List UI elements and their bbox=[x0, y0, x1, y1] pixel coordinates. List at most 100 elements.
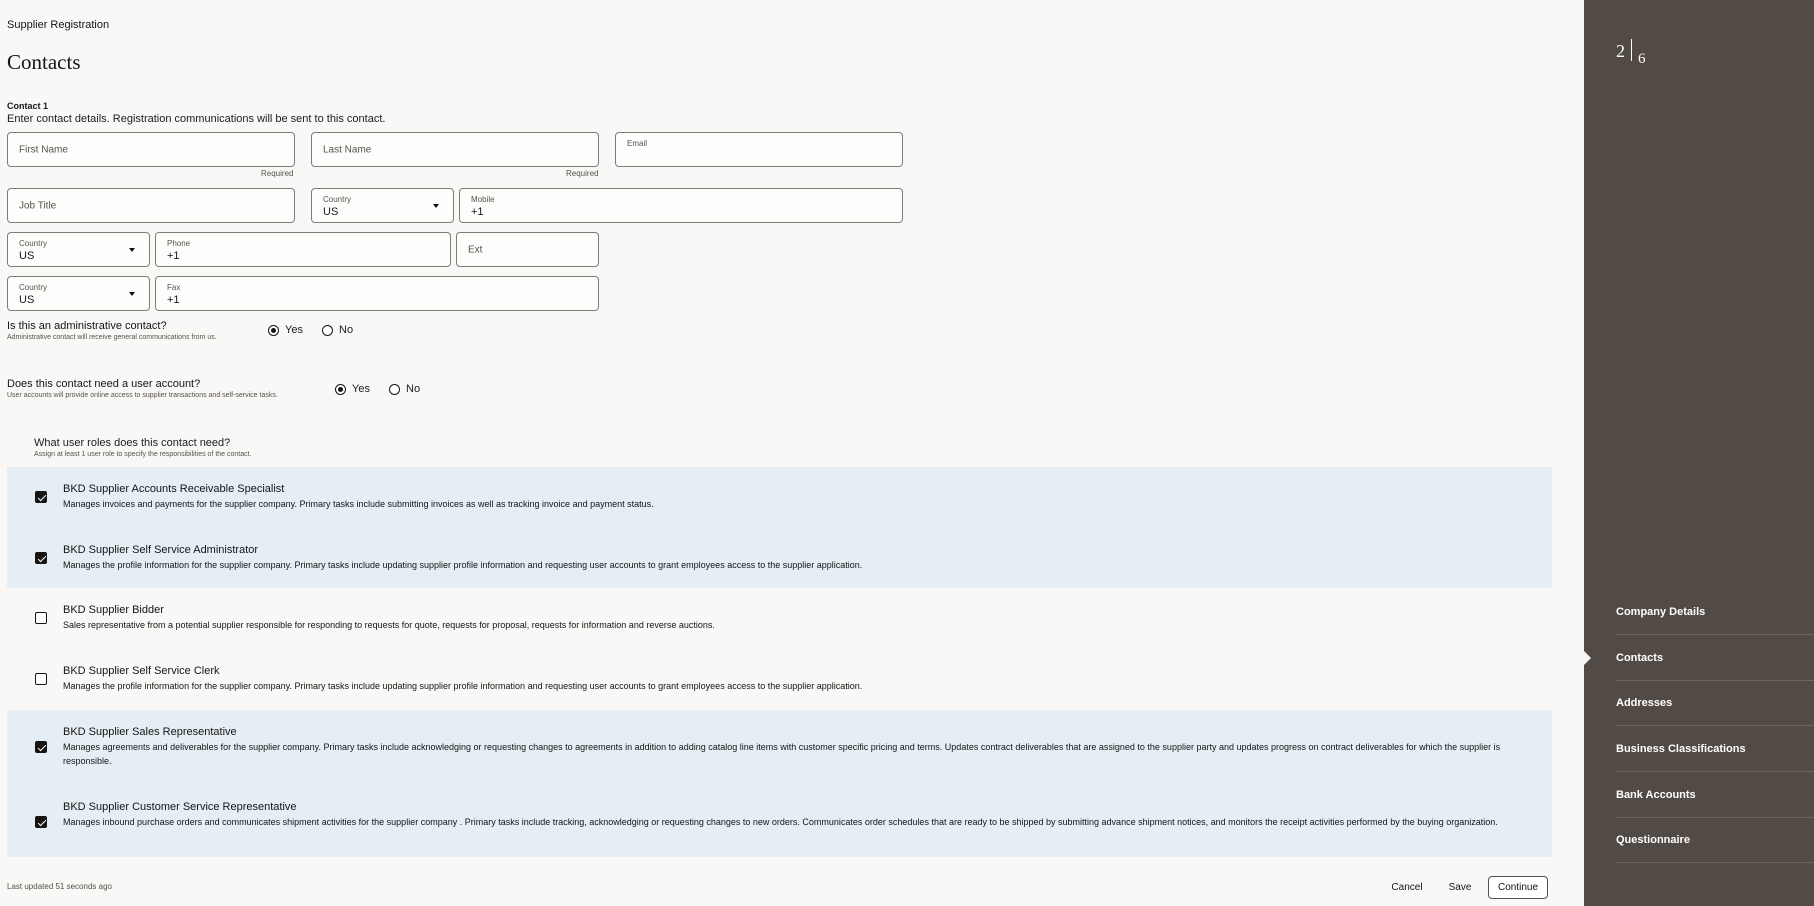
fax-field[interactable]: Fax +1 bbox=[155, 276, 599, 311]
nav-item-questionnaire[interactable]: Questionnaire bbox=[1616, 818, 1814, 863]
job-title-label: Job Title bbox=[19, 200, 57, 211]
role-description: Manages agreements and deliverables for … bbox=[63, 742, 1501, 766]
role-row[interactable]: BKD Supplier Accounts Receivable Special… bbox=[7, 467, 1552, 528]
main-content: Supplier Registration Contacts Contact 1… bbox=[0, 0, 1584, 906]
user-roles-subtext: Assign at least 1 user role to specify t… bbox=[34, 451, 252, 458]
account-yes-label: Yes bbox=[352, 383, 370, 395]
mobile-label: Mobile bbox=[471, 195, 495, 204]
mobile-country-value: US bbox=[323, 206, 339, 218]
contact-section-label: Contact 1 bbox=[7, 101, 49, 111]
phone-label: Phone bbox=[167, 239, 191, 248]
chevron-down-icon bbox=[129, 291, 135, 296]
role-name: BKD Supplier Self Service Administrator bbox=[63, 544, 259, 556]
fax-country-value: US bbox=[19, 294, 35, 306]
admin-no-radio[interactable]: No bbox=[322, 324, 353, 336]
nav-item-company-details[interactable]: Company Details bbox=[1616, 590, 1814, 635]
email-field[interactable]: Email bbox=[615, 132, 903, 167]
nav-item-bank-accounts[interactable]: Bank Accounts bbox=[1616, 773, 1814, 818]
page-title: Contacts bbox=[7, 50, 81, 74]
admin-contact-question: Is this an administrative contact? bbox=[7, 320, 167, 332]
phone-country-label: Country bbox=[19, 239, 48, 248]
save-button[interactable]: Save bbox=[1438, 876, 1482, 898]
nav-item-label: Company Details bbox=[1616, 606, 1706, 618]
account-yes-radio[interactable]: Yes bbox=[335, 383, 370, 395]
role-name: BKD Supplier Customer Service Representa… bbox=[63, 801, 297, 813]
first-name-required-hint: Required bbox=[261, 169, 294, 178]
role-name: BKD Supplier Bidder bbox=[63, 604, 164, 616]
role-description: Manages the profile information for the … bbox=[63, 560, 863, 570]
nav-item-label: Business Classifications bbox=[1616, 743, 1746, 755]
role-description: Manages the profile information for the … bbox=[63, 681, 863, 691]
account-no-label: No bbox=[406, 383, 421, 395]
admin-yes-label: Yes bbox=[285, 324, 303, 336]
mobile-country-select[interactable]: Country US bbox=[311, 188, 454, 223]
fax-country-select[interactable]: Country US bbox=[7, 276, 150, 311]
total-steps: 6 bbox=[1638, 51, 1646, 67]
email-label: Email bbox=[627, 139, 648, 148]
mobile-country-label: Country bbox=[323, 195, 352, 204]
step-divider bbox=[1631, 39, 1632, 61]
admin-contact-subtext: Administrative contact will receive gene… bbox=[7, 334, 217, 341]
phone-value: +1 bbox=[167, 250, 180, 262]
account-no-radio[interactable]: No bbox=[389, 383, 420, 395]
step-indicator: 2 6 bbox=[1616, 35, 1646, 67]
cancel-button[interactable]: Cancel bbox=[1384, 876, 1430, 898]
radio-unselected-icon bbox=[322, 324, 333, 336]
role-row[interactable]: BKD Supplier Bidder Sales representative… bbox=[7, 588, 1552, 649]
radio-selected-icon bbox=[268, 324, 279, 336]
nav-item-addresses[interactable]: Addresses bbox=[1616, 681, 1814, 726]
nav-item-contacts[interactable]: Contacts bbox=[1616, 636, 1814, 681]
checkbox-unchecked-icon[interactable] bbox=[35, 673, 47, 685]
nav-item-label: Addresses bbox=[1616, 697, 1673, 709]
role-row[interactable]: BKD Supplier Customer Service Representa… bbox=[7, 785, 1552, 857]
checkbox-checked-icon[interactable] bbox=[35, 491, 47, 503]
role-name: BKD Supplier Self Service Clerk bbox=[63, 665, 220, 677]
last-name-label: Last Name bbox=[323, 144, 372, 155]
checkbox-unchecked-icon[interactable] bbox=[35, 612, 47, 624]
nav-item-label: Questionnaire bbox=[1616, 834, 1690, 846]
fax-label: Fax bbox=[167, 283, 181, 292]
user-account-question: Does this contact need a user account? bbox=[7, 378, 201, 390]
fax-value: +1 bbox=[167, 294, 180, 306]
chevron-down-icon bbox=[129, 247, 135, 252]
user-account-subtext: User accounts will provide online access… bbox=[7, 392, 278, 399]
checkbox-checked-icon[interactable] bbox=[35, 741, 47, 753]
nav-item-label: Contacts bbox=[1616, 652, 1664, 664]
current-step: 2 bbox=[1616, 41, 1625, 61]
nav-item-label: Bank Accounts bbox=[1616, 789, 1696, 801]
job-title-field[interactable]: Job Title bbox=[7, 188, 295, 223]
app-title: Supplier Registration bbox=[7, 19, 110, 31]
nav-item-business-classifications[interactable]: Business Classifications bbox=[1616, 727, 1814, 772]
phone-field[interactable]: Phone +1 bbox=[155, 232, 451, 267]
role-name: BKD Supplier Sales Representative bbox=[63, 726, 237, 738]
ext-field[interactable]: Ext bbox=[456, 232, 599, 267]
chevron-down-icon bbox=[433, 203, 439, 208]
last-name-required-hint: Required bbox=[566, 169, 599, 178]
role-row[interactable]: BKD Supplier Self Service Administrator … bbox=[7, 528, 1552, 588]
phone-country-value: US bbox=[19, 250, 35, 262]
mobile-field[interactable]: Mobile +1 bbox=[459, 188, 903, 223]
progress-sidebar: 2 6 Company Details Contacts Addresses B… bbox=[1584, 0, 1814, 906]
user-roles-title: What user roles does this contact need? bbox=[34, 437, 231, 449]
role-row[interactable]: BKD Supplier Sales Representative Manage… bbox=[7, 710, 1552, 785]
admin-no-label: No bbox=[339, 324, 354, 336]
ext-label: Ext bbox=[468, 244, 483, 255]
continue-button[interactable]: Continue bbox=[1488, 876, 1548, 899]
first-name-label: First Name bbox=[19, 144, 68, 155]
checkbox-checked-icon[interactable] bbox=[35, 816, 47, 828]
contact-section-description: Enter contact details. Registration comm… bbox=[7, 113, 386, 125]
fax-country-label: Country bbox=[19, 283, 48, 292]
active-step-pointer-icon bbox=[1584, 651, 1591, 665]
radio-unselected-icon bbox=[389, 383, 400, 395]
role-description: Manages invoices and payments for the su… bbox=[63, 499, 654, 509]
admin-yes-radio[interactable]: Yes bbox=[268, 324, 303, 336]
role-row[interactable]: BKD Supplier Self Service Clerk Manages … bbox=[7, 649, 1552, 710]
role-description: Manages inbound purchase orders and comm… bbox=[63, 817, 1498, 827]
checkbox-checked-icon[interactable] bbox=[35, 552, 47, 564]
role-name: BKD Supplier Accounts Receivable Special… bbox=[63, 483, 285, 495]
phone-country-select[interactable]: Country US bbox=[7, 232, 150, 267]
radio-selected-icon bbox=[335, 383, 346, 395]
first-name-field[interactable]: First Name bbox=[7, 132, 295, 167]
role-description: Sales representative from a potential su… bbox=[63, 620, 715, 630]
last-name-field[interactable]: Last Name bbox=[311, 132, 599, 167]
